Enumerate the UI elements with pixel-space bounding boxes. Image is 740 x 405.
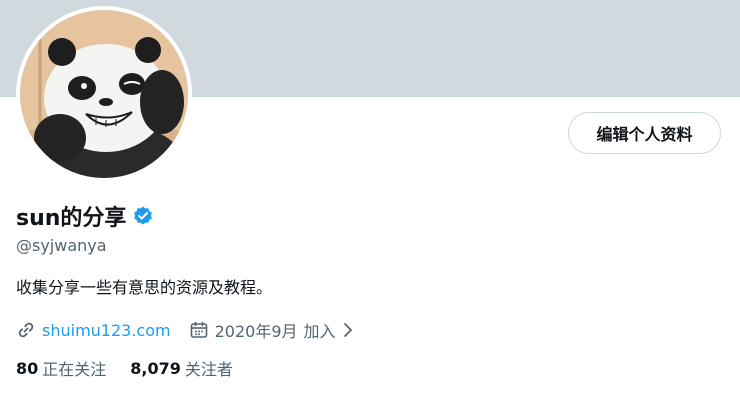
followers-count: 8,079 — [130, 358, 181, 378]
profile-meta: shuimu123.com 2020年9月 加入 — [16, 318, 356, 342]
edit-profile-button[interactable]: 编辑个人资料 — [568, 112, 721, 154]
verified-badge-icon[interactable] — [132, 205, 154, 227]
following-count: 80 — [16, 358, 39, 378]
panda-avatar-image — [20, 10, 188, 178]
calendar-icon — [189, 320, 209, 340]
following-label: 正在关注 — [42, 360, 107, 379]
name-row: sun的分享 — [16, 200, 154, 232]
following-stat[interactable]: 80 正在关注 — [16, 356, 106, 380]
join-date: 2020年9月 加入 — [215, 318, 336, 342]
profile-stats: 80 正在关注 8,079 关注者 — [16, 356, 233, 380]
website-item[interactable]: shuimu123.com — [16, 320, 171, 340]
join-date-label: 加入 — [303, 322, 336, 341]
avatar[interactable] — [16, 6, 192, 182]
chevron-right-icon[interactable] — [340, 320, 356, 340]
followers-label: 关注者 — [184, 360, 233, 379]
user-handle: @syjwanya — [16, 236, 107, 255]
join-date-item: 2020年9月 加入 — [189, 318, 356, 342]
profile-bio: 收集分享一些有意思的资源及教程。 — [16, 278, 273, 297]
website-link[interactable]: shuimu123.com — [42, 321, 171, 340]
join-date-value: 2020年9月 — [214, 322, 298, 341]
followers-stat[interactable]: 8,079 关注者 — [130, 356, 233, 380]
display-name: sun的分享 — [16, 206, 127, 231]
link-icon — [16, 320, 36, 340]
